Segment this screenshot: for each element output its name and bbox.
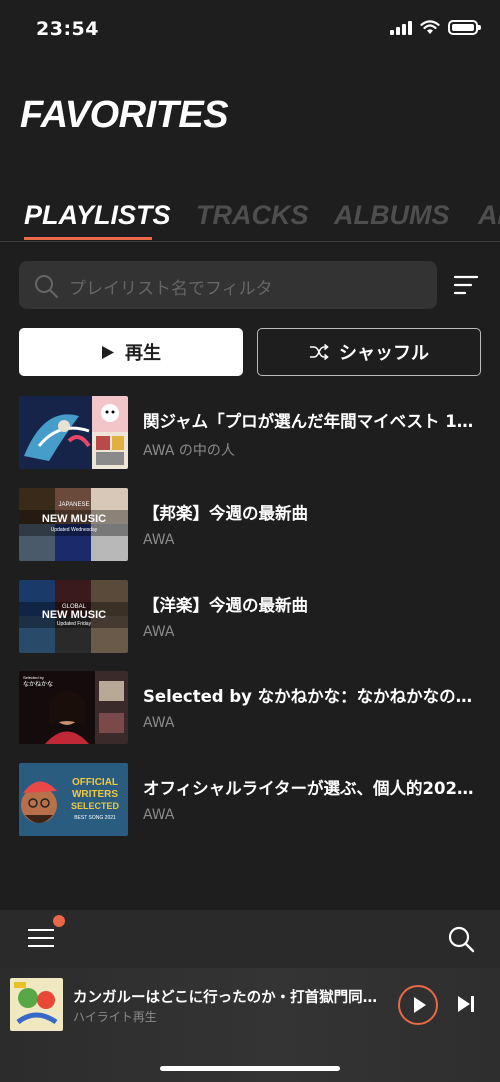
playlist-thumbnail	[19, 396, 128, 469]
search-icon	[35, 275, 58, 298]
playlist-item[interactable]: OFFICIAL WRITERS SELECTED BEST SONG 2021…	[0, 763, 500, 843]
playlist-thumbnail: JAPANESE NEW MUSIC Updated Wednesday	[19, 488, 128, 561]
play-icon	[414, 997, 426, 1013]
playlist-item[interactable]: JAPANESE NEW MUSIC Updated Wednesday 【邦楽…	[0, 488, 500, 568]
search-input[interactable]: プレイリスト名でフィルタ	[19, 261, 437, 309]
tab-playlists[interactable]: PLAYLISTS	[24, 200, 171, 231]
search-icon[interactable]	[447, 925, 475, 953]
thumb-text: BEST SONG 2021	[74, 815, 116, 821]
wifi-icon	[420, 20, 440, 34]
playlist-thumbnail: GLOBAL NEW MUSIC Updated Friday	[19, 580, 128, 653]
shuffle-button[interactable]: シャッフル	[257, 328, 481, 376]
page-title: FAVORITES	[20, 94, 229, 136]
skip-next-icon[interactable]	[456, 994, 476, 1014]
status-icons	[390, 20, 481, 35]
playlist-owner: AWA	[143, 532, 175, 548]
now-playing-artwork	[10, 978, 63, 1031]
thumb-text: NEW MUSIC	[42, 609, 106, 621]
thumb-text: Selected by	[23, 675, 44, 680]
active-tab-indicator	[24, 237, 152, 240]
battery-icon	[448, 20, 481, 35]
playlist-item[interactable]: GLOBAL NEW MUSIC Updated Friday 【洋楽】今週の最…	[0, 580, 500, 660]
mini-player[interactable]: カンガルーはどこに行ったのか・打首獄門同好会 ハイライト再生	[0, 968, 500, 1082]
playlist-item[interactable]: 関ジャム「プロが選んだ年間マイベスト 10」… AWA の中の人	[0, 396, 500, 476]
status-bar: 23:54	[0, 0, 500, 60]
tab-bar: PLAYLISTS TRACKS ALBUMS AR	[0, 196, 500, 242]
now-playing-title: カンガルーはどこに行ったのか・打首獄門同好会	[73, 990, 385, 1006]
playlist-title: 関ジャム「プロが選んだ年間マイベスト 10」…	[143, 412, 483, 431]
menu-icon[interactable]	[27, 927, 55, 949]
cellular-signal-icon	[390, 20, 412, 35]
status-time: 23:54	[36, 18, 99, 40]
playlist-title: Selected by なかねかな：なかねかなの誕生…	[143, 687, 483, 706]
playlist-owner: AWA	[143, 624, 175, 640]
playlist-item[interactable]: Selected by なかねかな Selected by なかねかな：なかねか…	[0, 671, 500, 751]
thumb-text: Updated Wednesday	[51, 527, 98, 533]
playlist-title: オフィシャルライターが選ぶ、個人的2021…	[143, 779, 483, 798]
playlist-owner: AWA	[143, 807, 175, 823]
shuffle-icon	[310, 344, 329, 360]
tab-artists[interactable]: AR	[478, 200, 500, 231]
tab-tracks[interactable]: TRACKS	[196, 200, 309, 231]
home-indicator	[160, 1066, 340, 1071]
playlist-owner: AWA の中の人	[143, 443, 235, 459]
notification-dot	[53, 915, 65, 927]
thumb-text: NEW MUSIC	[42, 513, 106, 525]
playlist-title: 【洋楽】今週の最新曲	[143, 596, 308, 615]
thumb-text: なかねかな	[23, 681, 53, 688]
now-playing-subtitle: ハイライト再生	[73, 1010, 157, 1024]
playlist-owner: AWA	[143, 715, 175, 731]
play-icon	[102, 345, 114, 359]
thumb-text: Updated Friday	[57, 621, 92, 627]
play-button[interactable]: 再生	[19, 328, 243, 376]
playlist-thumbnail: OFFICIAL WRITERS SELECTED BEST SONG 2021	[19, 763, 128, 836]
shuffle-button-label: シャッフル	[339, 343, 429, 364]
player-play-button[interactable]	[398, 985, 438, 1025]
thumb-text: SELECTED	[71, 801, 120, 811]
thumb-text: JAPANESE	[59, 502, 90, 508]
sort-icon[interactable]	[452, 271, 480, 299]
playlist-title: 【邦楽】今週の最新曲	[143, 504, 308, 523]
play-button-label: 再生	[125, 343, 161, 364]
thumb-text: OFFICIAL	[72, 777, 118, 788]
thumb-text: WRITERS	[72, 789, 118, 800]
bottom-nav	[0, 910, 500, 968]
playlist-thumbnail: Selected by なかねかな	[19, 671, 128, 744]
search-placeholder: プレイリスト名でフィルタ	[69, 279, 273, 299]
tab-albums[interactable]: ALBUMS	[334, 200, 450, 231]
